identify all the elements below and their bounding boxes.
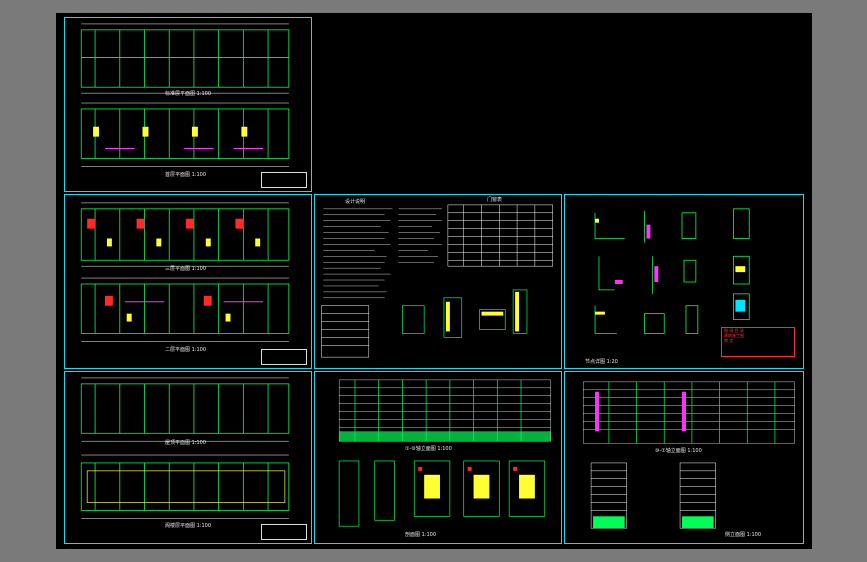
title-block	[261, 172, 307, 188]
details-footer: 节点详图 1:20	[585, 359, 618, 365]
plan-label-lower: 二层平面图 1:100	[165, 347, 206, 353]
stamp-line-3: 审 定	[724, 338, 734, 343]
drawing-sheet-elevations[interactable]: ①-⑩轴立面图 1:100 剖面图 1:100	[314, 371, 562, 544]
plan-label-lower: 阁楼层平面图 1:100	[165, 523, 211, 529]
notes-heading: 设计说明	[345, 199, 366, 205]
plan-label-upper: 屋顶平面图 1:100	[165, 440, 206, 446]
side-elevation-label: 侧立面图 1:100	[725, 532, 761, 538]
table-heading: 门窗表	[487, 197, 503, 203]
notes-drawing	[321, 204, 553, 358]
plan-label-lower: 首层平面图 1:100	[165, 172, 206, 178]
floor-plan-drawing	[80, 377, 290, 519]
drawing-stamp: 图 纸 目 录 建筑施工图 审 定	[721, 327, 795, 357]
plan-label-upper: 标准层平面图 1:100	[165, 91, 211, 97]
drawing-sheet-plans-2[interactable]: 三层平面图 1:100 二层平面图 1:100	[64, 194, 312, 369]
floor-plan-drawing	[80, 202, 290, 342]
drawing-sheet-elevations-2[interactable]: ⑩-①轴立面图 1:100 侧立面图 1:100	[564, 371, 804, 544]
elevation-label: ⑩-①轴立面图 1:100	[655, 448, 702, 454]
title-block	[261, 524, 307, 540]
section-label: 剖面图 1:100	[405, 532, 436, 538]
elevation-label: ①-⑩轴立面图 1:100	[405, 446, 452, 452]
elevation-drawing	[582, 381, 795, 529]
drawing-sheet-plans-3[interactable]: 屋顶平面图 1:100 阁楼层平面图 1:100	[64, 371, 312, 544]
drawing-sheet-details[interactable]: 图 纸 目 录 建筑施工图 审 定 节点详图 1:20	[564, 194, 804, 369]
floor-plan-drawing	[80, 23, 290, 167]
plan-label-upper: 三层平面图 1:100	[165, 266, 206, 272]
elevation-drawing	[338, 379, 551, 527]
title-block	[261, 349, 307, 365]
drawing-sheet-plans-1[interactable]: 标准层平面图 1:100 首层平面图 1:100	[64, 17, 312, 192]
drawing-sheet-notes[interactable]: 设计说明 门窗表	[314, 194, 562, 369]
cad-model-space[interactable]: 标准层平面图 1:100 首层平面图 1:100 三层平面图 1:100 二层平…	[56, 13, 812, 549]
